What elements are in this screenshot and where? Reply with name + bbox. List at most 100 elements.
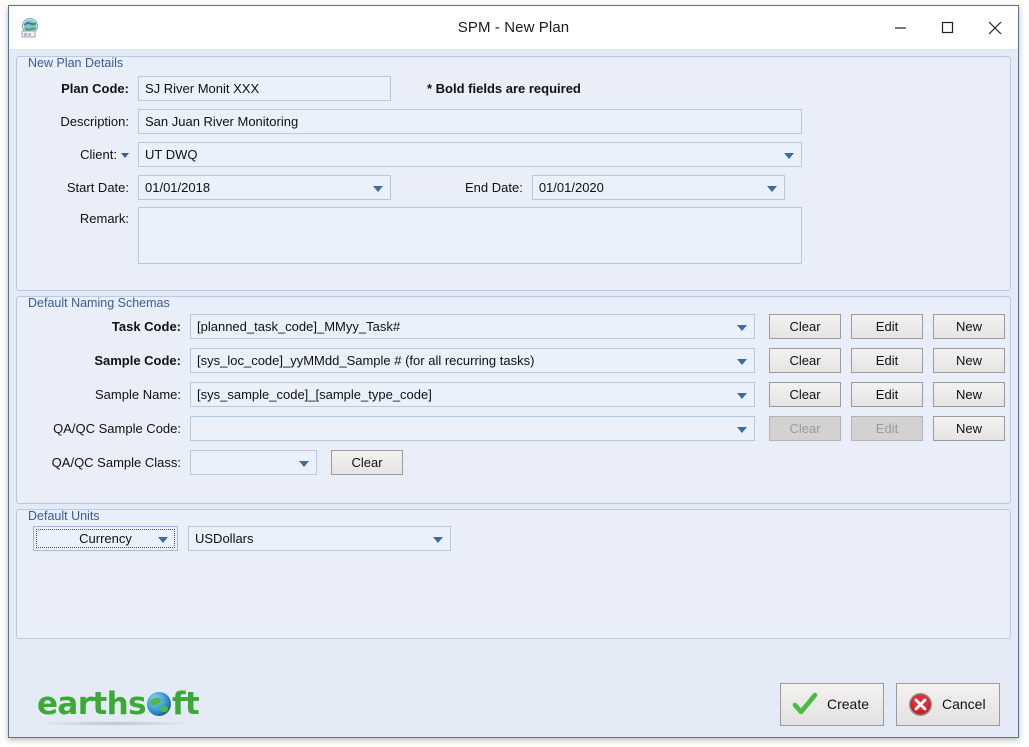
window-controls [877, 6, 1018, 49]
maximize-button[interactable] [924, 6, 971, 49]
logo-shadow [39, 721, 191, 726]
chevron-down-icon[interactable] [766, 185, 777, 192]
end-date-value: 01/01/2020 [538, 180, 604, 195]
title-bar: SPM - New Plan [9, 6, 1018, 50]
chevron-down-icon[interactable] [737, 324, 747, 331]
default-units-body: Currency USDollars [17, 510, 1010, 551]
plan-code-label: Plan Code: [61, 81, 129, 96]
naming-schemas-legend: Default Naming Schemas [28, 296, 170, 310]
required-fields-note: * Bold fields are required [427, 81, 581, 96]
task-code-clear-button[interactable]: Clear [769, 314, 841, 339]
red-x-circle-icon [908, 692, 933, 717]
sample-code-value: [sys_loc_code]_yyMMdd_Sample # (for all … [197, 353, 535, 368]
qaqc-sample-code-new-button[interactable]: New [933, 416, 1005, 441]
globe-app-icon [19, 17, 41, 39]
remark-row: Remark: [17, 207, 1010, 264]
currency-value-combo[interactable]: USDollars [188, 526, 451, 551]
chevron-down-icon[interactable] [299, 460, 309, 467]
sample-name-buttons: Clear Edit New [769, 382, 1005, 407]
qaqc-sample-class-combo[interactable] [190, 450, 317, 475]
qaqc-sample-code-edit-button: Edit [851, 416, 923, 441]
description-row: Description: San Juan River Monitoring [17, 108, 1010, 135]
sample-name-row: Sample Name: [sys_sample_code]_[sample_t… [17, 381, 1010, 408]
sample-name-new-button[interactable]: New [933, 382, 1005, 407]
spm-new-plan-window: SPM - New Plan New Plan Details Plan Cod… [8, 5, 1019, 738]
naming-schemas-body: Task Code: [planned_task_code]_MMyy_Task… [17, 297, 1010, 476]
close-button[interactable] [971, 6, 1018, 49]
sample-code-combo[interactable]: [sys_loc_code]_yyMMdd_Sample # (for all … [190, 348, 755, 373]
sample-code-buttons: Clear Edit New [769, 348, 1005, 373]
dates-row: Start Date: 01/01/2018 End Date: 01/01/2… [17, 174, 1010, 201]
sample-name-clear-button[interactable]: Clear [769, 382, 841, 407]
start-date-picker[interactable]: 01/01/2018 [138, 175, 391, 200]
currency-dropdown-button[interactable]: Currency [33, 526, 178, 551]
end-date-label: End Date: [465, 180, 523, 195]
qaqc-sample-code-clear-button: Clear [769, 416, 841, 441]
task-code-row: Task Code: [planned_task_code]_MMyy_Task… [17, 313, 1010, 340]
qaqc-sample-code-row: QA/QC Sample Code: Clear Edit New [17, 415, 1010, 442]
plan-code-input[interactable]: SJ River Monit XXX [138, 76, 391, 101]
window-title: SPM - New Plan [457, 19, 570, 36]
description-label: Description: [60, 114, 129, 129]
chevron-down-icon[interactable] [737, 392, 747, 399]
task-code-combo[interactable]: [planned_task_code]_MMyy_Task# [190, 314, 755, 339]
sample-code-row: Sample Code: [sys_loc_code]_yyMMdd_Sampl… [17, 347, 1010, 374]
sample-name-edit-button[interactable]: Edit [851, 382, 923, 407]
end-date-picker[interactable]: 01/01/2020 [531, 175, 785, 200]
qaqc-sample-class-clear-button[interactable]: Clear [331, 450, 403, 475]
create-button-label: Create [827, 696, 870, 712]
cancel-button[interactable]: Cancel [896, 682, 1000, 726]
plan-code-value: SJ River Monit XXX [145, 81, 260, 96]
new-plan-details-group: New Plan Details Plan Code: SJ River Mon… [16, 56, 1011, 291]
remark-label: Remark: [79, 211, 129, 226]
currency-row: Currency USDollars [17, 526, 1010, 551]
plan-code-row: Plan Code: SJ River Monit XXX * Bold fie… [17, 75, 1010, 102]
sample-code-new-button[interactable]: New [933, 348, 1005, 373]
logo-text-right: ft [171, 686, 200, 722]
chevron-down-icon[interactable] [158, 536, 168, 543]
chevron-down-icon[interactable] [784, 152, 794, 159]
task-code-label: Task Code: [111, 319, 181, 334]
description-value: San Juan River Monitoring [145, 114, 299, 129]
start-date-label: Start Date: [66, 180, 129, 195]
client-row: Client: UT DWQ [17, 141, 1010, 168]
task-code-edit-button[interactable]: Edit [851, 314, 923, 339]
currency-button-label: Currency [79, 531, 132, 546]
footer-actions: Create Cancel [780, 682, 1000, 726]
sample-name-value: [sys_sample_code]_[sample_type_code] [197, 387, 432, 402]
green-check-icon [792, 692, 818, 716]
client-area: New Plan Details Plan Code: SJ River Mon… [9, 50, 1018, 737]
client-label-text: Client: [80, 147, 117, 162]
chevron-down-icon[interactable] [737, 426, 747, 433]
client-dropdown-caret-icon[interactable] [121, 153, 129, 158]
logo-text-left: earths [37, 686, 147, 722]
new-plan-details-legend: New Plan Details [28, 56, 124, 70]
client-combo[interactable]: UT DWQ [138, 142, 802, 167]
client-value: UT DWQ [145, 147, 198, 162]
minimize-button[interactable] [877, 6, 924, 49]
default-units-group: Default Units Currency USDollars [16, 509, 1011, 639]
sample-code-clear-button[interactable]: Clear [769, 348, 841, 373]
qaqc-sample-class-label: QA/QC Sample Class: [51, 455, 181, 470]
chevron-down-icon[interactable] [373, 185, 383, 192]
description-input[interactable]: San Juan River Monitoring [138, 109, 802, 134]
sample-code-edit-button[interactable]: Edit [851, 348, 923, 373]
create-button[interactable]: Create [780, 682, 884, 726]
remark-textarea[interactable] [138, 207, 802, 264]
sample-code-label: Sample Code: [94, 353, 181, 368]
qaqc-sample-code-label: QA/QC Sample Code: [53, 421, 181, 436]
task-code-new-button[interactable]: New [933, 314, 1005, 339]
qaqc-sample-code-combo[interactable] [190, 416, 755, 441]
chevron-down-icon[interactable] [737, 358, 747, 365]
new-plan-details-body: Plan Code: SJ River Monit XXX * Bold fie… [17, 57, 1010, 264]
default-units-legend: Default Units [28, 509, 100, 523]
chevron-down-icon[interactable] [433, 536, 443, 543]
cancel-button-label: Cancel [942, 696, 986, 712]
footer-bar: earths ft Create Cancel [9, 671, 1018, 737]
client-label[interactable]: Client: [17, 147, 138, 162]
qaqc-sample-class-buttons: Clear [331, 450, 403, 475]
sample-name-label: Sample Name: [95, 387, 181, 402]
qaqc-sample-code-buttons: Clear Edit New [769, 416, 1005, 441]
sample-name-combo[interactable]: [sys_sample_code]_[sample_type_code] [190, 382, 755, 407]
default-naming-schemas-group: Default Naming Schemas Task Code: [plann… [16, 296, 1011, 504]
